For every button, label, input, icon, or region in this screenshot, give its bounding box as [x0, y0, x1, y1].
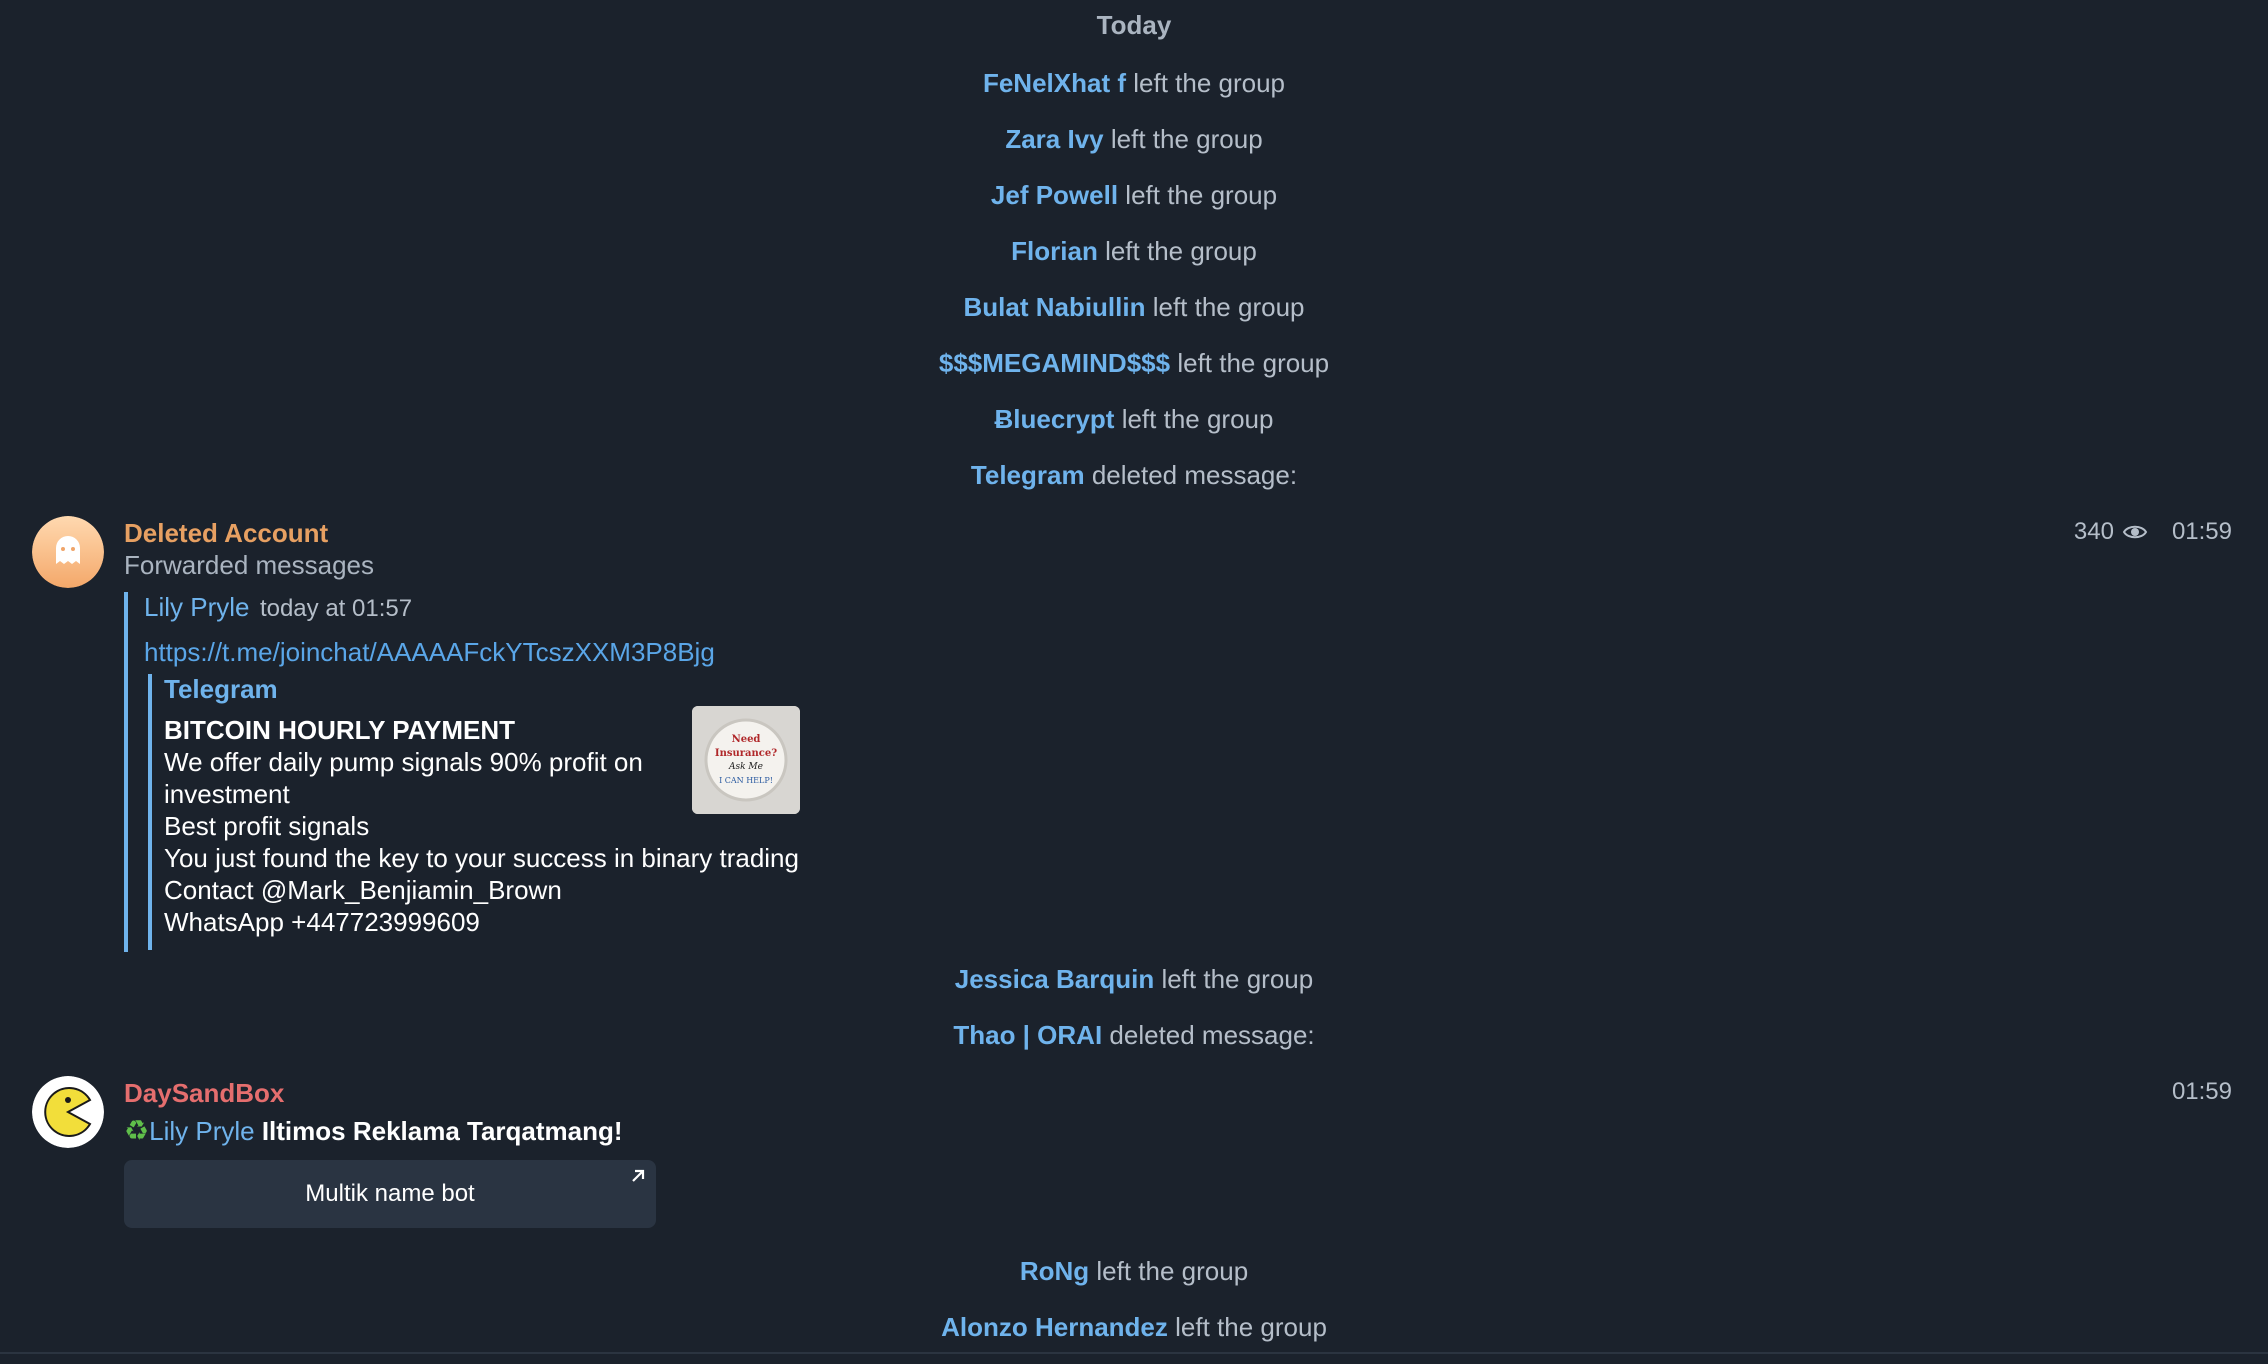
- service-action: deleted message:: [1091, 460, 1298, 490]
- preview-line: You just found the key to your success i…: [164, 843, 799, 873]
- service-message: Zara Ivy left the group: [0, 124, 2268, 155]
- sender-name[interactable]: Deleted Account: [124, 518, 328, 549]
- external-arrow-icon: [632, 1169, 645, 1182]
- service-message: RoNg left the group: [0, 1256, 2268, 1287]
- preview-line: Best profit signals: [164, 811, 370, 841]
- user-link[interactable]: Alonzo Hernandez: [941, 1312, 1168, 1342]
- preview-site-name: Telegram: [164, 674, 278, 704]
- mention-link[interactable]: Lily Pryle: [149, 1116, 254, 1146]
- message-text: ♻Lily Pryle Iltimos Reklama Tarqatmang!: [124, 1114, 623, 1147]
- service-action: left the group: [1110, 124, 1263, 154]
- user-link[interactable]: FeNelXhat f: [983, 68, 1126, 98]
- svg-text:Ask Me: Ask Me: [728, 762, 763, 772]
- service-message: FeNelXhat f left the group: [0, 68, 2268, 99]
- recycle-icon: ♻: [124, 1115, 150, 1146]
- service-message: Bulat Nabiullin left the group: [0, 292, 2268, 323]
- service-action: left the group: [1105, 236, 1257, 266]
- chat-history[interactable]: Today FeNelXhat f left the group Zara Iv…: [0, 0, 2268, 1364]
- user-link[interactable]: $$$MEGAMIND$$$: [939, 348, 1170, 378]
- sender-name[interactable]: DaySandBox: [124, 1078, 284, 1109]
- message-time: 01:59: [2171, 518, 2232, 545]
- message-meta: 01:59: [2172, 1078, 2232, 1106]
- user-link[interactable]: Bulat Nabiullin: [963, 292, 1145, 322]
- service-action: left the group: [1125, 180, 1278, 210]
- service-action: left the group: [1121, 404, 1274, 434]
- service-message: Alonzo Hernandez left the group: [0, 1312, 2268, 1343]
- service-message: $$$MEGAMIND$$$ left the group: [0, 348, 2268, 379]
- message-body: Iltimos Reklama Tarqatmang!: [261, 1116, 623, 1146]
- invite-link[interactable]: https://t.me/joinchat/AAAAAFckYTcszXXM3P…: [144, 637, 884, 668]
- insurance-button-image: Need Insurance? Ask Me I CAN HELP!: [692, 706, 800, 814]
- date-header: Today: [1096, 10, 1172, 40]
- service-action: left the group: [1152, 292, 1305, 322]
- preview-line: WhatsApp +447723999609: [164, 907, 480, 937]
- service-message: Ƀluecrypt left the group: [0, 404, 2268, 435]
- service-message: Jessica Barquin left the group: [0, 964, 2268, 995]
- user-link[interactable]: Jessica Barquin: [955, 964, 1154, 994]
- ghost-icon: [32, 516, 104, 588]
- user-link[interactable]: Jef Powell: [991, 180, 1118, 210]
- svg-text:Need: Need: [732, 734, 761, 745]
- inline-bot-button[interactable]: Multik name bot: [124, 1160, 656, 1228]
- service-action: deleted message:: [1109, 1020, 1315, 1050]
- message-time: 01:59: [2171, 1078, 2232, 1105]
- service-action: left the group: [1177, 348, 1330, 378]
- user-link[interactable]: Zara Ivy: [1005, 124, 1103, 154]
- service-action: left the group: [1161, 964, 1314, 994]
- service-message: Thao | ORAI deleted message:: [0, 1020, 2268, 1051]
- service-action: left the group: [1175, 1312, 1327, 1342]
- user-link[interactable]: Ƀluecrypt: [995, 404, 1115, 434]
- preview-description: We offer daily pump signals 90% profit o…: [164, 747, 643, 809]
- forwarded-label: Forwarded messages: [124, 550, 374, 580]
- eye-icon: [2122, 525, 2148, 539]
- user-link[interactable]: Florian: [1011, 236, 1098, 266]
- service-message: Florian left the group: [0, 236, 2268, 267]
- svg-text:I CAN HELP!: I CAN HELP!: [719, 776, 773, 785]
- forward-timestamp: today at 01:57: [259, 595, 413, 622]
- divider: [0, 1352, 2268, 1354]
- forward-author[interactable]: Lily Pryle: [144, 592, 249, 622]
- service-message: Jef Powell left the group: [0, 180, 2268, 211]
- views-count: 340: [2073, 518, 2114, 545]
- preview-thumbnail[interactable]: Need Insurance? Ask Me I CAN HELP!: [692, 706, 800, 814]
- inline-button-label: Multik name bot: [305, 1180, 475, 1207]
- pacman-icon: [32, 1076, 104, 1148]
- link-preview[interactable]: Telegram BITCOIN HOURLY PAYMENT We offer…: [148, 674, 868, 950]
- avatar-deleted-account[interactable]: [32, 516, 104, 588]
- forwarded-message[interactable]: Lily Pryle today at 01:57 https://t.me/j…: [124, 592, 884, 952]
- preview-line: Contact @Mark_Benjiamin_Brown: [164, 875, 562, 905]
- service-message: Telegram deleted message:: [0, 460, 2268, 491]
- user-link[interactable]: Telegram: [971, 460, 1085, 490]
- service-action: left the group: [1133, 68, 1286, 98]
- message-meta: 340 01:59: [2074, 518, 2232, 546]
- avatar-daysandbox[interactable]: [32, 1076, 104, 1148]
- svg-text:Insurance?: Insurance?: [715, 748, 777, 759]
- user-link[interactable]: RoNg: [1020, 1256, 1089, 1286]
- user-link[interactable]: Thao | ORAI: [953, 1020, 1102, 1050]
- service-action: left the group: [1096, 1256, 1249, 1286]
